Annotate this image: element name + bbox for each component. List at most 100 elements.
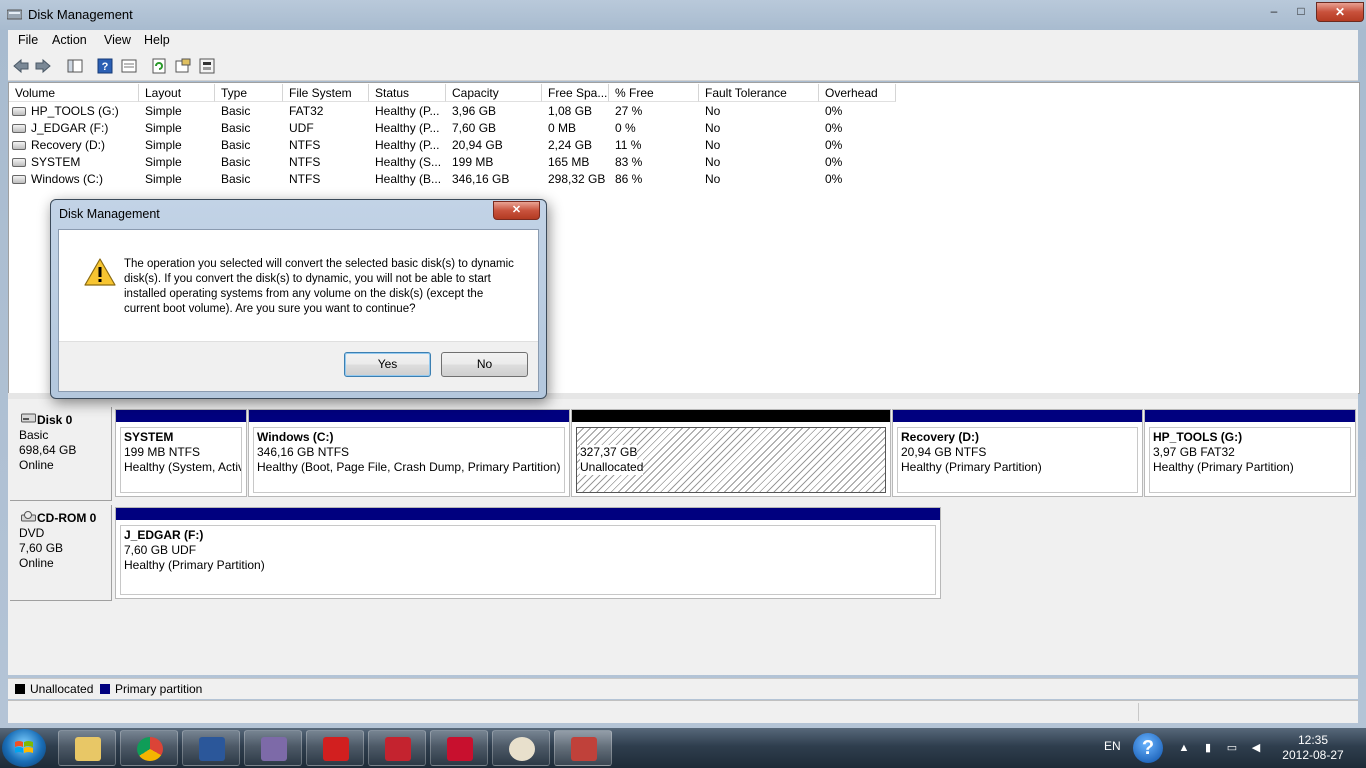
dialog-message: The operation you selected will convert …	[124, 258, 514, 315]
table-cell: Simple	[145, 172, 182, 186]
hard-disk-icon	[21, 413, 36, 423]
menu-help[interactable]: Help	[144, 33, 170, 47]
col-header-fault-tolerance[interactable]: Fault Tolerance	[699, 84, 819, 102]
dialog-close-button[interactable]: ✕	[493, 201, 540, 220]
taskbar-app-6[interactable]	[368, 730, 426, 766]
language-indicator[interactable]: EN	[1104, 739, 1121, 753]
device-icon[interactable]: ▮	[1202, 742, 1214, 754]
cd-drive-icon	[21, 511, 36, 522]
partition-unallocated[interactable]: 327,37 GB Unallocated	[571, 409, 891, 497]
partition-windows-c[interactable]: Windows (C:) 346,16 GB NTFS Healthy (Boo…	[248, 409, 570, 497]
primary-partition-bar	[1145, 410, 1355, 422]
table-row[interactable]: SYSTEM Simple Basic NTFS Healthy (S... 199 MB…	[9, 154, 909, 171]
unallocated-swatch	[15, 684, 25, 694]
clock[interactable]: 12:35 2012-08-27	[1278, 733, 1348, 763]
table-row[interactable]: Windows (C:) Simple Basic NTFS Healthy (B...…	[9, 171, 909, 188]
console-tree-icon[interactable]	[66, 57, 84, 75]
table-row[interactable]: Recovery (D:) Simple Basic NTFS Healthy (P..…	[9, 137, 909, 154]
legend-unallocated: Unallocated	[30, 682, 94, 696]
col-header-percent-free[interactable]: % Free	[609, 84, 699, 102]
primary-partition-swatch	[100, 684, 110, 694]
table-cell: Healthy (S...	[375, 155, 442, 169]
maximize-button[interactable]: □	[1288, 2, 1314, 20]
partition-size: 3,97 GB FAT32	[1153, 445, 1235, 459]
menu-action[interactable]: Action	[52, 33, 87, 47]
chrome-icon	[137, 737, 163, 761]
cdrom-0-label[interactable]: CD-ROM 0 DVD 7,60 GB Online	[10, 505, 112, 601]
show-hidden-icons-icon[interactable]: ▲	[1178, 742, 1190, 754]
partition-info: Windows (C:) 346,16 GB NTFS Healthy (Boo…	[253, 427, 565, 493]
table-cell: Recovery (D:)	[31, 138, 106, 152]
yes-button[interactable]: Yes	[344, 352, 431, 377]
table-row[interactable]: J_EDGAR (F:) Simple Basic UDF Healthy (P... 7…	[9, 120, 909, 137]
help-icon[interactable]: ?	[1133, 733, 1163, 763]
table-cell: NTFS	[289, 172, 321, 186]
back-icon[interactable]	[12, 57, 30, 75]
table-cell: No	[705, 138, 721, 152]
partition-system[interactable]: SYSTEM 199 MB NTFS Healthy (System, Acti…	[115, 409, 247, 497]
partition-info: J_EDGAR (F:) 7,60 GB UDF Healthy (Primar…	[120, 525, 936, 595]
menu-view[interactable]: View	[104, 33, 131, 47]
unallocated-bar	[572, 410, 890, 422]
table-row[interactable]: HP_TOOLS (G:) Simple Basic FAT32 Healthy (P.…	[9, 103, 909, 120]
taskbar-acrobat[interactable]	[430, 730, 488, 766]
table-cell: 165 MB	[548, 155, 590, 169]
partition-title: SYSTEM	[124, 430, 174, 444]
partition-info: 327,37 GB Unallocated	[576, 427, 886, 493]
table-cell: 2,24 GB	[548, 138, 593, 152]
dialog-button-area: Yes No	[59, 341, 538, 391]
close-button[interactable]: ✕	[1316, 2, 1364, 22]
partition-size: 20,94 GB NTFS	[901, 445, 987, 459]
app-icon	[385, 737, 411, 761]
forward-icon[interactable]	[34, 57, 52, 75]
acrobat-icon	[447, 737, 473, 761]
properties-icon[interactable]	[120, 57, 138, 75]
table-cell: SYSTEM	[31, 155, 81, 169]
taskbar-word[interactable]	[182, 730, 240, 766]
minimize-button[interactable]: –	[1262, 2, 1286, 20]
nt-icon	[323, 737, 349, 761]
disk-props-icon[interactable]	[198, 57, 216, 75]
partition-info: SYSTEM 199 MB NTFS Healthy (System, Acti…	[120, 427, 242, 493]
refresh-icon[interactable]	[150, 57, 168, 75]
start-button[interactable]	[2, 729, 46, 767]
partition-title: Recovery (D:)	[901, 430, 980, 444]
settings-icon[interactable]	[174, 57, 192, 75]
col-header-free-space[interactable]: Free Spa...	[542, 84, 609, 102]
clock-time: 12:35	[1297, 733, 1329, 747]
taskbar-paint[interactable]	[492, 730, 550, 766]
legend: Unallocated Primary partition	[8, 678, 1358, 699]
partition-title: J_EDGAR (F:)	[124, 528, 204, 542]
help-icon[interactable]: ?	[96, 57, 114, 75]
disk-size: 7,60 GB	[19, 541, 64, 555]
col-header-layout[interactable]: Layout	[139, 84, 215, 102]
taskbar-app-4[interactable]	[244, 730, 302, 766]
table-cell: 11 %	[615, 138, 642, 152]
network-icon[interactable]: ▭	[1226, 742, 1238, 754]
title-bar[interactable]: Disk Management – □ ✕	[0, 0, 1366, 28]
volume-icon[interactable]: ◀	[1250, 742, 1262, 754]
col-header-overhead[interactable]: Overhead	[819, 84, 896, 102]
col-header-capacity[interactable]: Capacity	[446, 84, 542, 102]
col-header-status[interactable]: Status	[369, 84, 446, 102]
legend-primary-partition: Primary partition	[115, 682, 203, 696]
disk-0-label[interactable]: Disk 0 Basic 698,64 GB Online	[10, 407, 112, 501]
drive-icon	[12, 175, 26, 184]
partition-hp-tools-g[interactable]: HP_TOOLS (G:) 3,97 GB FAT32 Healthy (Pri…	[1144, 409, 1356, 497]
menu-file[interactable]: File	[18, 33, 38, 47]
taskbar-nt[interactable]	[306, 730, 364, 766]
col-header-type[interactable]: Type	[215, 84, 283, 102]
taskbar: EN ? ▲ ▮ ▭ ◀ 12:35 2012-08-27	[0, 728, 1366, 768]
partition-recovery-d[interactable]: Recovery (D:) 20,94 GB NTFS Healthy (Pri…	[892, 409, 1143, 497]
table-cell: HP_TOOLS (G:)	[31, 104, 119, 118]
disk-name: Disk 0	[37, 413, 73, 427]
taskbar-explorer[interactable]	[58, 730, 116, 766]
partition-j-edgar-f[interactable]: J_EDGAR (F:) 7,60 GB UDF Healthy (Primar…	[115, 507, 941, 599]
col-header-volume[interactable]: Volume	[9, 84, 139, 102]
col-header-file-system[interactable]: File System	[283, 84, 369, 102]
taskbar-chrome[interactable]	[120, 730, 178, 766]
partition-size: 199 MB NTFS	[124, 445, 201, 459]
taskbar-computer-management[interactable]	[554, 730, 612, 766]
partition-info: Recovery (D:) 20,94 GB NTFS Healthy (Pri…	[897, 427, 1138, 493]
no-button[interactable]: No	[441, 352, 528, 377]
